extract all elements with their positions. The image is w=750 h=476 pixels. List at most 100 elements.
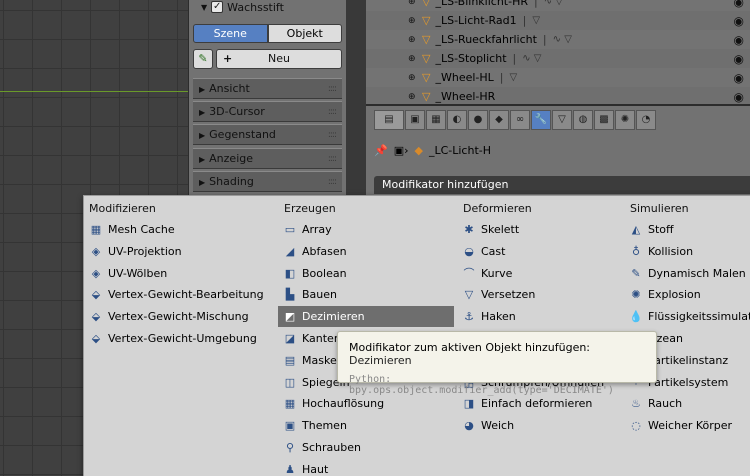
screw-icon: ⚲ bbox=[285, 441, 295, 454]
eye-icon[interactable]: ◉ bbox=[734, 33, 744, 47]
menu-item-vertex-weight-proximity[interactable]: ⬙ Vertex-Gewicht-Umgebung bbox=[84, 328, 264, 349]
object-toggle-button[interactable]: Objekt bbox=[267, 24, 342, 43]
drag-grip-icon[interactable]: :::: bbox=[328, 102, 337, 122]
expand-plus-icon[interactable]: ⊕ bbox=[408, 35, 418, 45]
texture-tab-icon[interactable]: ▩ bbox=[594, 110, 614, 130]
constraints-tab-icon[interactable]: ∞ bbox=[510, 110, 530, 130]
menu-item-label: Maske bbox=[302, 353, 337, 367]
outliner-row[interactable]: ⊕ ▽ _LS-Licht-Rad1 | ▽ ◉ bbox=[366, 11, 750, 30]
drag-grip-icon[interactable]: :::: bbox=[328, 125, 337, 145]
menu-item-mesh-cache[interactable]: ▦ Mesh Cache bbox=[84, 219, 264, 240]
mask-icon: ▤ bbox=[284, 353, 296, 367]
physics-tab-icon[interactable]: ◔ bbox=[636, 110, 656, 130]
outliner-row[interactable]: ⊕ ▽ _Wheel-HL | ▽ ◉ bbox=[366, 68, 750, 87]
menu-item-skin[interactable]: ♟ Haut bbox=[278, 459, 454, 476]
menu-item-dynamic-paint[interactable]: ✎ Dynamisch Malen bbox=[624, 263, 750, 284]
panel-gegenstand[interactable]: ▶ Gegenstand :::: bbox=[193, 124, 342, 145]
object-name: _LS-Rueckfahrlicht bbox=[435, 33, 537, 46]
pin-icon[interactable]: 📌 bbox=[374, 144, 388, 157]
menu-item-cloth[interactable]: ◭ Stoff bbox=[624, 219, 750, 240]
editor-type-icon[interactable]: ▤ bbox=[374, 110, 404, 130]
tooltip-title: Modifikator zum aktiven Objekt hinzufüge… bbox=[349, 341, 591, 354]
boolean-icon: ◧ bbox=[284, 266, 296, 280]
expand-plus-icon[interactable]: ⊕ bbox=[408, 92, 418, 102]
vertex-weight-mix-icon: ⬙ bbox=[91, 310, 101, 324]
menu-item-remesh[interactable]: ▣ Themen bbox=[278, 415, 454, 436]
data-tab-icon[interactable]: ▽ bbox=[552, 110, 572, 130]
eye-icon[interactable]: ◉ bbox=[734, 14, 744, 28]
pencil-icon[interactable]: ✎ bbox=[193, 49, 213, 69]
world-tab-icon[interactable]: ● bbox=[468, 110, 488, 130]
menu-item-multires[interactable]: ▦ Hochauflösung bbox=[278, 393, 454, 414]
menu-item-armature[interactable]: ✱ Skelett bbox=[457, 219, 620, 240]
render-tab-icon[interactable]: ▣ bbox=[405, 110, 425, 130]
menu-item-fluid[interactable]: 💧 Flüssigkeitssimulation bbox=[624, 306, 750, 327]
menu-item-array[interactable]: ▭ Array bbox=[278, 219, 454, 240]
menu-item-decimate[interactable]: ◩ Dezimieren bbox=[278, 306, 454, 328]
panel-label: Ansicht bbox=[209, 82, 250, 95]
scene-toggle-button[interactable]: Szene bbox=[193, 24, 268, 43]
modifiers-tab-icon[interactable]: 🔧 bbox=[531, 110, 551, 130]
grease-pencil-header[interactable]: ▼ ✓ Wachsstift bbox=[193, 0, 342, 14]
menu-item-hook[interactable]: ⚓ Haken bbox=[457, 306, 620, 327]
expand-plus-icon[interactable]: ⊕ bbox=[408, 0, 418, 7]
modifier-icon: ∿ ▽ bbox=[543, 0, 563, 7]
menu-item-cast[interactable]: ◒ Cast bbox=[457, 241, 620, 262]
new-button[interactable]: + Neu bbox=[216, 49, 342, 69]
menu-item-vertex-weight-edit[interactable]: ⬙ Vertex-Gewicht-Bearbeitung bbox=[84, 284, 264, 305]
menu-item-simple-deform[interactable]: ◨ Einfach deformieren bbox=[457, 393, 620, 414]
menu-item-label: Mesh Cache bbox=[108, 223, 175, 236]
menu-item-smooth[interactable]: ◕ Weich bbox=[457, 415, 620, 436]
uv-warp-icon: ◈ bbox=[91, 266, 101, 280]
menu-item-bevel[interactable]: ◢ Abfasen bbox=[278, 241, 454, 262]
menu-item-uv-project[interactable]: ◈ UV-Projektion bbox=[84, 241, 264, 262]
collapsed-triangle-icon: ▶ bbox=[199, 178, 206, 187]
grease-pencil-label: Wachsstift bbox=[227, 0, 284, 14]
eye-icon[interactable]: ◉ bbox=[734, 52, 744, 66]
explode-icon: ✺ bbox=[631, 288, 641, 302]
panel-anzeige[interactable]: ▶ Anzeige :::: bbox=[193, 148, 342, 169]
drag-grip-icon[interactable]: :::: bbox=[328, 172, 337, 192]
curve-icon: ⌒ bbox=[463, 267, 475, 281]
menu-item-soft-body[interactable]: ◌ Weicher Körper bbox=[624, 415, 750, 436]
expand-plus-icon[interactable]: ⊕ bbox=[408, 73, 418, 83]
menu-item-label: Vertex-Gewicht-Mischung bbox=[108, 310, 249, 324]
smoke-icon: ♨ bbox=[631, 397, 641, 411]
outliner-row[interactable]: ⊕ ▽ _LS-Blinklicht-HR | ∿ ▽ ◉ bbox=[366, 0, 750, 11]
menu-item-collision[interactable]: ♁ Kollision bbox=[624, 241, 750, 262]
eye-icon[interactable]: ◉ bbox=[734, 0, 744, 9]
drag-grip-icon[interactable]: :::: bbox=[328, 149, 337, 169]
menu-item-vertex-weight-mix[interactable]: ⬙ Vertex-Gewicht-Mischung bbox=[84, 306, 264, 327]
scene-tab-icon[interactable]: ◐ bbox=[447, 110, 467, 130]
outliner-row[interactable]: ⊕ ▽ _LS-Rueckfahrlicht | ∿ ▽ ◉ bbox=[366, 30, 750, 49]
menu-item-boolean[interactable]: ◧ Boolean bbox=[278, 263, 454, 284]
menu-item-uv-warp[interactable]: ◈ UV-Wölben bbox=[84, 263, 264, 284]
collapsed-triangle-icon: ▶ bbox=[199, 155, 206, 164]
expand-plus-icon[interactable]: ⊕ bbox=[408, 16, 418, 26]
panel-ansicht[interactable]: ▶ Ansicht :::: bbox=[193, 78, 342, 99]
outliner-row[interactable]: ⊕ ▽ _LS-Stoplicht | ∿ ▽ ◉ bbox=[366, 49, 750, 68]
expand-plus-icon[interactable]: ⊕ bbox=[408, 54, 418, 64]
object-tab-icon[interactable]: ◆ bbox=[489, 110, 509, 130]
render-layer-tab-icon[interactable]: ▦ bbox=[426, 110, 446, 130]
menu-item-label: Abfasen bbox=[302, 244, 347, 258]
menu-item-explode[interactable]: ✺ Explosion bbox=[624, 284, 750, 305]
menu-item-label: Einfach deformieren bbox=[481, 397, 593, 411]
menu-item-build[interactable]: ▙ Bauen bbox=[278, 284, 454, 305]
add-modifier-button[interactable]: Modifikator hinzufügen bbox=[374, 176, 750, 194]
panel-shading[interactable]: ▶ Shading :::: bbox=[193, 171, 342, 192]
drag-grip-icon[interactable]: :::: bbox=[328, 79, 337, 99]
panel-3d-cursor[interactable]: ▶ 3D-Cursor :::: bbox=[193, 101, 342, 122]
material-tab-icon[interactable]: ◍ bbox=[573, 110, 593, 130]
eye-icon[interactable]: ◉ bbox=[734, 71, 744, 85]
menu-item-screw[interactable]: ⚲ Schrauben bbox=[278, 437, 454, 458]
menu-item-displace[interactable]: ▽ Versetzen bbox=[457, 284, 620, 305]
menu-item-smoke[interactable]: ♨ Rauch bbox=[624, 393, 750, 414]
menu-item-label: Kurve bbox=[481, 266, 513, 280]
collapsed-triangle-icon: ▶ bbox=[199, 85, 206, 94]
checkbox-icon[interactable]: ✓ bbox=[211, 1, 224, 13]
particles-tab-icon[interactable]: ✺ bbox=[615, 110, 635, 130]
menu-item-curve[interactable]: ⌒ Kurve bbox=[457, 263, 620, 284]
expand-triangle-icon[interactable]: ▼ bbox=[201, 3, 207, 12]
eye-icon[interactable]: ◉ bbox=[734, 90, 744, 104]
